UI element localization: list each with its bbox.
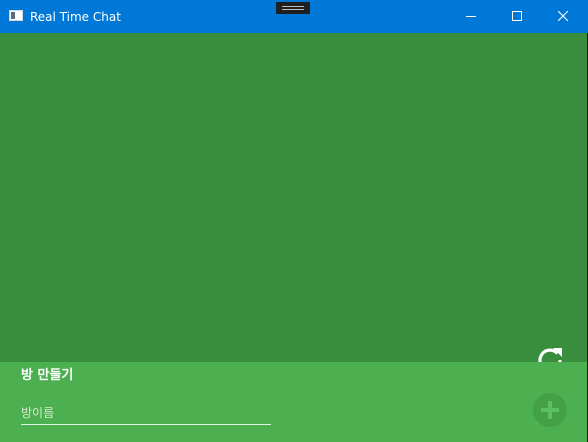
add-room-button[interactable] (533, 393, 567, 427)
room-list-area (0, 33, 588, 372)
app-window-icon (9, 10, 23, 21)
drag-grip-handle[interactable] (276, 2, 310, 14)
app-window: Real Time Chat 방 만들기 방이름 (0, 0, 588, 442)
minimize-icon (466, 16, 476, 17)
grip-line (282, 9, 304, 10)
maximize-icon (512, 11, 522, 21)
grip-line (282, 6, 304, 7)
title-bar[interactable]: Real Time Chat (0, 0, 588, 33)
close-button[interactable] (540, 0, 586, 33)
maximize-button[interactable] (494, 0, 540, 33)
create-room-panel: 방 만들기 (0, 362, 588, 442)
minimize-button[interactable] (448, 0, 494, 33)
close-icon (558, 11, 568, 21)
room-name-input[interactable] (21, 402, 271, 425)
plus-icon (541, 401, 559, 419)
create-room-title: 방 만들기 (21, 368, 74, 383)
window-title: Real Time Chat (30, 10, 121, 24)
